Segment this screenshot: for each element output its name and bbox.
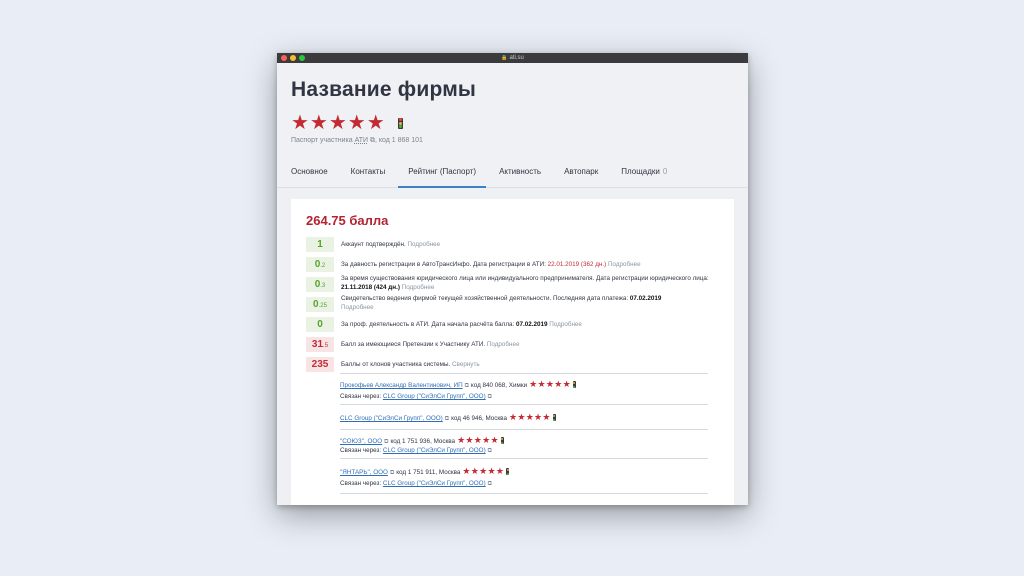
- company-name: Название фирмы: [291, 78, 477, 101]
- clone-stars: ★★★★★: [529, 379, 571, 389]
- rating-row-text: Аккаунт подтверждён. Подробнее: [341, 241, 441, 248]
- via-label: Связан через:: [340, 393, 382, 400]
- clone-item: "ЯНТАРЬ", ООО ⧉ код 1 751 911, Москва ★★★★★…: [340, 458, 708, 494]
- tab-platforms[interactable]: Площадки 0: [621, 167, 667, 186]
- passport-ati-link[interactable]: АТИ: [355, 137, 368, 144]
- external-link-icon[interactable]: ⧉: [488, 394, 492, 400]
- external-link-icon[interactable]: ⧉: [488, 481, 492, 487]
- tab-bar: Основное Контакты Рейтинг (Паспорт) Акти…: [291, 167, 690, 188]
- company-header: Название фирмы ★★★★★ Паспорт участника А…: [277, 63, 748, 188]
- score-badge: 235: [306, 357, 334, 372]
- clone-item: CLC Group ("СиЭлСи Групп", ООО) ⧉ код 46 9…: [340, 404, 708, 429]
- traffic-light-icon: [500, 437, 504, 444]
- window-titlebar: 🔒 ati.su: [277, 53, 748, 63]
- registration-date: 22.01.2019 (362 дн.): [547, 261, 607, 268]
- lock-icon: 🔒: [501, 55, 508, 61]
- tab-activity[interactable]: Активность: [499, 167, 541, 186]
- clone-info: код 46 946, Москва: [451, 415, 507, 422]
- clone-item: "СОЮЗ", ООО ⧉ код 1 751 936, Москва ★★★★★ С…: [340, 429, 708, 458]
- traffic-light-icon: [552, 414, 556, 421]
- rating-row-text: Балл за имеющиеся Претензии к Участнику …: [341, 341, 520, 348]
- external-link-icon[interactable]: ⧉: [465, 383, 469, 389]
- tab-label: Автопарк: [564, 167, 599, 176]
- rating-row-text: Свидетельство ведения фирмой текущей хоз…: [341, 295, 662, 311]
- more-link[interactable]: Подробнее: [487, 341, 520, 348]
- via-link[interactable]: CLC Group ("СиЭлСи Групп", ООО): [383, 393, 486, 400]
- browser-window: 🔒 ati.su Название фирмы ★★★★★ Паспорт уча…: [277, 53, 748, 505]
- clone-link[interactable]: Прокофьев Александр Валентинович, ИП: [340, 382, 463, 389]
- more-link[interactable]: Подробнее: [402, 284, 435, 291]
- score-badge: 31.5: [306, 337, 334, 352]
- total-score: 264.75 балла: [306, 213, 389, 228]
- tab-label: Рейтинг (Паспорт): [408, 167, 477, 176]
- tab-rating[interactable]: Рейтинг (Паспорт): [398, 167, 486, 188]
- tab-label: Площадки: [621, 167, 660, 176]
- via-label: Связан через:: [340, 447, 382, 454]
- clone-info: код 840 068, Химки: [470, 382, 528, 389]
- score-badge: 0.25: [306, 297, 334, 312]
- rating-stars: ★★★★★: [291, 112, 386, 134]
- clone-stars: ★★★★★: [457, 435, 499, 445]
- tab-contacts[interactable]: Контакты: [351, 167, 386, 186]
- passport-line: Паспорт участника АТИ ⧉, код 1 868 101: [291, 137, 423, 145]
- rating-row-text: Баллы от клонов участника системы. Сверн…: [341, 361, 480, 368]
- tab-label: Контакты: [350, 167, 386, 176]
- clone-stars: ★★★★★: [462, 466, 505, 476]
- address-bar[interactable]: 🔒 ati.su: [277, 53, 748, 63]
- rating-row-text: За проф. деятельность в АТИ. Дата начала…: [341, 321, 582, 328]
- clone-stars: ★★★★★: [508, 412, 551, 422]
- tab-main[interactable]: Основное: [291, 167, 328, 186]
- rating-card: 264.75 балла 1 Аккаунт подтверждён. Подр…: [291, 199, 734, 505]
- calc-start-date: 07.02.2019: [516, 321, 548, 328]
- passport-code: , код 1 868 101: [374, 137, 423, 144]
- tab-count: 0: [662, 167, 668, 176]
- tab-label: Основное: [291, 167, 328, 176]
- clone-link[interactable]: "СОЮЗ", ООО: [340, 438, 382, 445]
- payment-date: 07.02.2019: [629, 295, 662, 302]
- external-link-icon[interactable]: ⧉: [390, 470, 394, 476]
- more-link[interactable]: Подробнее: [341, 304, 374, 311]
- external-link-icon[interactable]: ⧉: [445, 416, 449, 422]
- traffic-light-icon: [506, 468, 510, 475]
- external-link-icon[interactable]: ⧉: [488, 448, 492, 454]
- score-badge: 0.2: [306, 257, 334, 272]
- rating-row-text: За давность регистрации в АвтоТрансИнфо.…: [341, 261, 641, 268]
- passport-prefix: Паспорт участника: [291, 137, 353, 144]
- clone-info: код 1 751 936, Москва: [390, 438, 456, 445]
- traffic-light-icon: [572, 381, 576, 388]
- legal-date: 21.11.2018 (424 дн.): [341, 284, 400, 291]
- score-badge: 0: [306, 317, 334, 332]
- clone-item: Прокофьев Александр Валентинович, ИП ⧉ код…: [340, 373, 708, 404]
- more-link[interactable]: Подробнее: [549, 321, 582, 328]
- clone-link[interactable]: "ЯНТАРЬ", ООО: [340, 469, 388, 476]
- clone-info: код 1 751 911, Москва: [396, 469, 461, 476]
- rating-row-text: За время существования юридического лица…: [341, 275, 709, 291]
- score-badge: 1: [306, 237, 334, 252]
- clone-link[interactable]: CLC Group ("СиЭлСи Групп", ООО): [340, 415, 443, 422]
- via-label: Связан через:: [340, 480, 382, 487]
- via-link[interactable]: CLC Group ("СиЭлСи Групп", ООО): [383, 480, 486, 487]
- tab-label: Активность: [499, 167, 542, 176]
- external-link-icon[interactable]: ⧉: [384, 439, 388, 445]
- clone-list: Прокофьев Александр Валентинович, ИП ⧉ код…: [340, 373, 708, 494]
- url-text: ati.su: [509, 55, 524, 61]
- traffic-light-icon: [398, 118, 403, 129]
- collapse-link[interactable]: Свернуть: [452, 361, 480, 368]
- more-link[interactable]: Подробнее: [608, 261, 641, 268]
- score-badge: 0.3: [306, 277, 334, 292]
- via-link[interactable]: CLC Group ("СиЭлСи Групп", ООО): [383, 447, 486, 454]
- more-link[interactable]: Подробнее: [408, 241, 441, 248]
- tab-fleet[interactable]: Автопарк: [564, 167, 598, 186]
